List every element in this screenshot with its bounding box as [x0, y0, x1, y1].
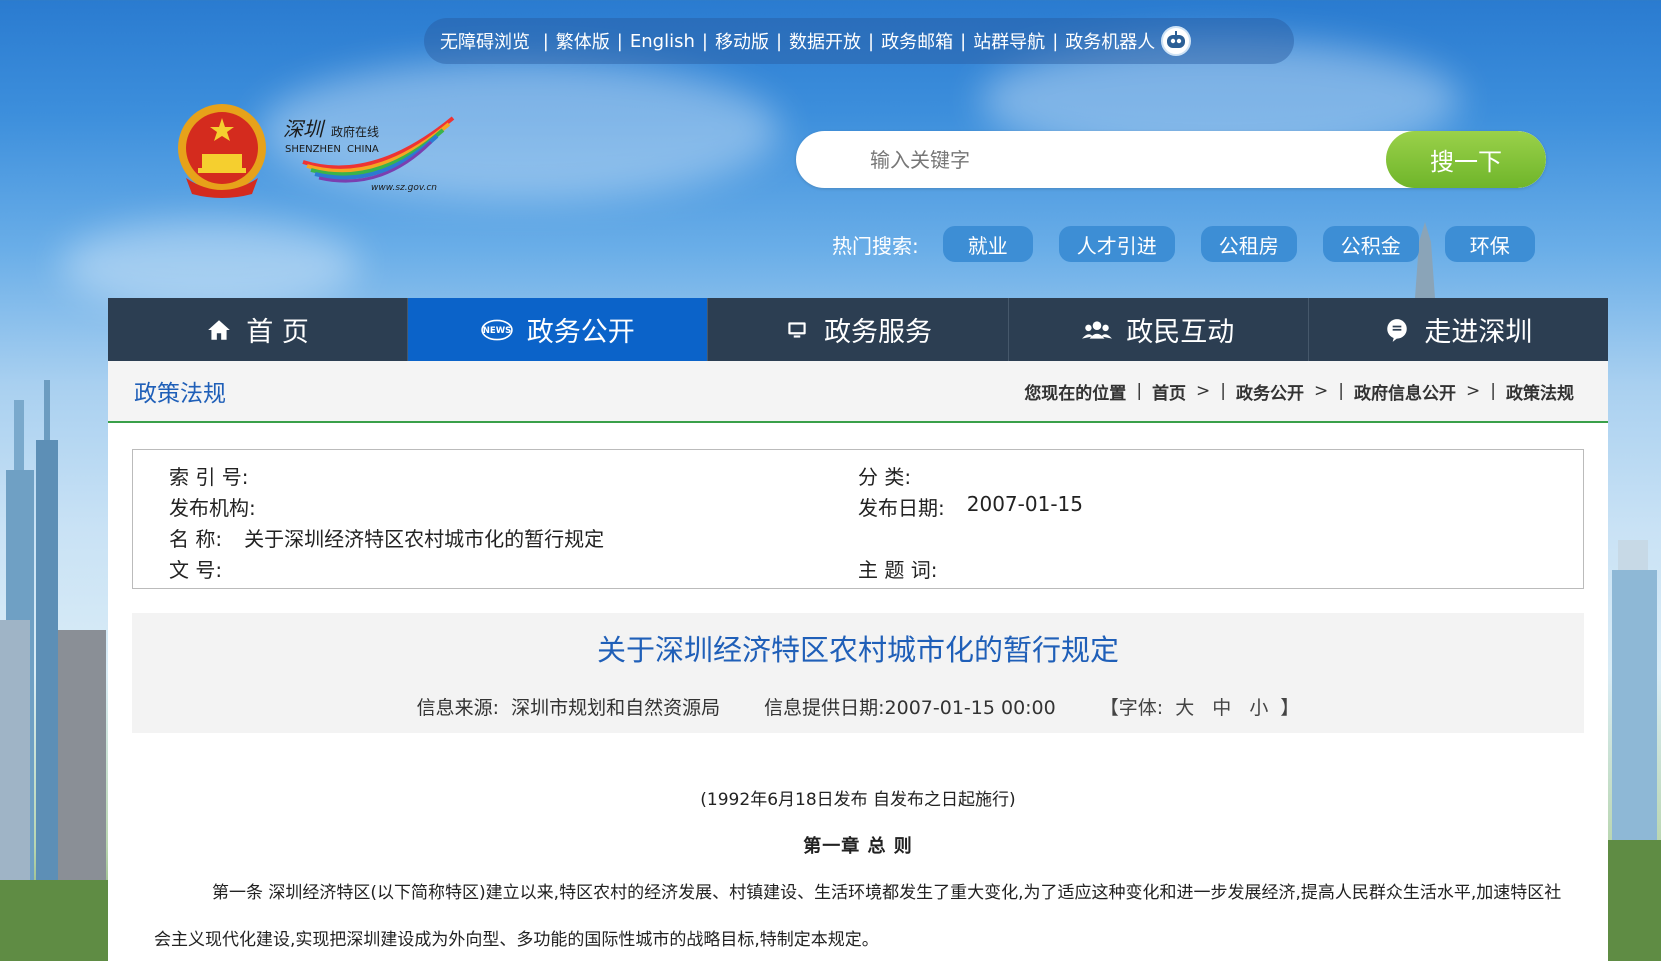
nav-interaction-label: 政民互动 — [1126, 317, 1235, 348]
svg-text:www.sz.gov.cn: www.sz.gov.cn — [371, 183, 437, 193]
separator: | — [775, 30, 783, 52]
breadcrumb-prefix: 您现在的位置 — [1024, 383, 1127, 404]
font-size-selector: 【字体: 大 中 小 】 — [1100, 693, 1300, 720]
separator: | — [960, 30, 967, 52]
nav-about-shenzhen[interactable]: 走进深圳 — [1309, 298, 1608, 361]
article-title: 关于深圳经济特区农村城市化的暂行规定 — [596, 633, 1119, 667]
separator: | — [701, 30, 708, 52]
doc-no-label: 文 号: — [169, 558, 223, 582]
chapter-heading: 第一章 总 则 — [803, 836, 913, 857]
separator: | — [1220, 381, 1227, 401]
news-icon: NEWS — [481, 319, 513, 340]
separator: | — [1136, 381, 1143, 401]
breadcrumb-arrow: > — [1466, 381, 1481, 401]
svg-text:政府在线: 政府在线 — [331, 124, 379, 139]
site-navigation-link[interactable]: 站群导航 — [973, 28, 1045, 54]
separator: | — [1490, 381, 1496, 401]
search-button[interactable]: 搜一下 — [1386, 131, 1546, 188]
section-title[interactable]: 政策法规 — [134, 374, 226, 408]
logo-chinese-text: 深圳 — [283, 117, 326, 141]
gov-mailbox-link[interactable]: 政务邮箱 — [881, 28, 953, 54]
subject-label: 主 题 词: — [858, 558, 938, 582]
hot-tag-housing-fund[interactable]: 公积金 — [1322, 226, 1419, 262]
main-nav: 首 页 NEWS 政务公开 政务服务 政民互动 走进深圳 — [108, 298, 1608, 361]
city-skyline-left — [0, 380, 108, 961]
breadcrumb-arrow: > — [1314, 381, 1329, 401]
breadcrumb: 您现在的位置 | 首页 > | 政务公开 > | 政府信息公开 > | 政策法规 — [1024, 379, 1574, 404]
source-label: 信息来源: — [416, 697, 499, 719]
robot-icon[interactable] — [1161, 26, 1192, 56]
hot-tag-environment[interactable]: 环保 — [1444, 226, 1535, 262]
font-label-end: 】 — [1280, 697, 1300, 719]
index-no-label: 索 引 号: — [169, 465, 249, 489]
svg-text:CHINA: CHINA — [347, 144, 379, 155]
nav-home[interactable]: 首 页 — [108, 298, 409, 361]
people-icon — [1082, 320, 1113, 339]
publisher-label: 发布机构: — [169, 496, 256, 520]
national-emblem-icon — [178, 104, 266, 198]
svg-text:SHENZHEN: SHENZHEN — [285, 144, 341, 155]
chat-icon — [1387, 318, 1408, 342]
separator: | — [616, 30, 623, 52]
article-info: 信息来源: 深圳市规划和自然资源局 信息提供日期:2007-01-15 00:0… — [132, 693, 1584, 720]
article-paragraph: 第一条 深圳经济特区(以下简称特区)建立以来,特区农村的经济发展、村镇建设、生活… — [154, 883, 1562, 950]
open-data-link[interactable]: 数据开放 — [789, 28, 861, 54]
breadcrumb-info-disclosure[interactable]: 政府信息公开 — [1354, 379, 1456, 404]
separator: | — [1338, 381, 1345, 401]
issued-note: (1992年6月18日发布 自发布之日起施行) — [700, 790, 1016, 810]
breadcrumb-policy[interactable]: 政策法规 — [1506, 379, 1574, 404]
font-large-button[interactable]: 大 — [1175, 697, 1194, 719]
top-utility-links: 无障碍浏览 | 繁体版 | English | 移动版 | 数据开放 | 政务邮… — [424, 18, 1294, 64]
hot-tag-talent[interactable]: 人才引进 — [1058, 226, 1175, 262]
hot-tag-public-housing[interactable]: 公租房 — [1200, 226, 1297, 262]
accessible-browse-link[interactable]: 无障碍浏览 — [440, 28, 530, 54]
svg-text:NEWS: NEWS — [483, 326, 511, 336]
hot-tag-employment[interactable]: 就业 — [942, 226, 1033, 262]
monitor-icon — [788, 321, 806, 338]
category-label: 分 类: — [858, 465, 912, 489]
separator: | — [537, 30, 549, 52]
document-metadata: 索 引 号: 分 类: 发布机构: 发布日期: 2007-01-15 名 称: 关于… — [132, 449, 1584, 589]
search-bar: 搜一下 — [796, 131, 1546, 188]
home-icon — [208, 319, 231, 340]
hot-search: 热门搜索: 就业 人才引进 公租房 公积金 环保 — [832, 226, 1535, 262]
article-body: (1992年6月18日发布 自发布之日起施行) 第一章 总 则 第一条 深圳经济… — [132, 785, 1584, 961]
font-small-button[interactable]: 小 — [1249, 697, 1268, 719]
search-input[interactable] — [796, 131, 1386, 188]
breadcrumb-home[interactable]: 首页 — [1152, 379, 1186, 404]
article-header: 关于深圳经济特区农村城市化的暂行规定 信息来源: 深圳市规划和自然资源局 信息提… — [132, 613, 1584, 733]
font-medium-button[interactable]: 中 — [1212, 697, 1231, 719]
site-logo[interactable]: 深圳 政府在线 SHENZHEN CHINA www.sz.gov.cn — [283, 114, 458, 194]
content-panel: 政策法规 您现在的位置 | 首页 > | 政务公开 > | 政府信息公开 > |… — [108, 361, 1608, 961]
name-label: 名 称: — [169, 527, 223, 551]
nav-gov-affairs[interactable]: NEWS 政务公开 — [408, 298, 709, 361]
separator: | — [1052, 30, 1059, 52]
separator: | — [868, 30, 875, 52]
breadcrumb-gov-affairs[interactable]: 政务公开 — [1236, 379, 1304, 404]
provided-date-label: 信息提供日期: — [764, 697, 885, 719]
nav-home-label: 首 页 — [246, 317, 309, 348]
nav-gov-service[interactable]: 政务服务 — [708, 298, 1009, 361]
nav-gov-affairs-label: 政务公开 — [526, 317, 635, 348]
source-value: 深圳市规划和自然资源局 — [511, 697, 721, 719]
name-value: 关于深圳经济特区农村城市化的暂行规定 — [244, 527, 605, 551]
nav-about-shenzhen-label: 走进深圳 — [1424, 317, 1533, 348]
gov-robot-link[interactable]: 政务机器人 — [1065, 28, 1155, 54]
publish-date-value: 2007-01-15 — [966, 492, 1083, 516]
publish-date-label: 发布日期: — [858, 496, 945, 520]
breadcrumb-arrow: > — [1196, 381, 1211, 401]
city-skyline-right — [1608, 540, 1661, 961]
font-label: 【字体: — [1099, 697, 1164, 719]
provided-date-value: 2007-01-15 00:00 — [884, 697, 1056, 719]
english-link[interactable]: English — [630, 31, 695, 52]
mobile-version-link[interactable]: 移动版 — [715, 28, 769, 54]
hot-search-label: 热门搜索: — [832, 233, 919, 258]
traditional-chinese-link[interactable]: 繁体版 — [556, 28, 610, 54]
nav-interaction[interactable]: 政民互动 — [1009, 298, 1309, 361]
section-header: 政策法规 您现在的位置 | 首页 > | 政务公开 > | 政府信息公开 > |… — [108, 361, 1608, 423]
nav-gov-service-label: 政务服务 — [824, 317, 932, 348]
